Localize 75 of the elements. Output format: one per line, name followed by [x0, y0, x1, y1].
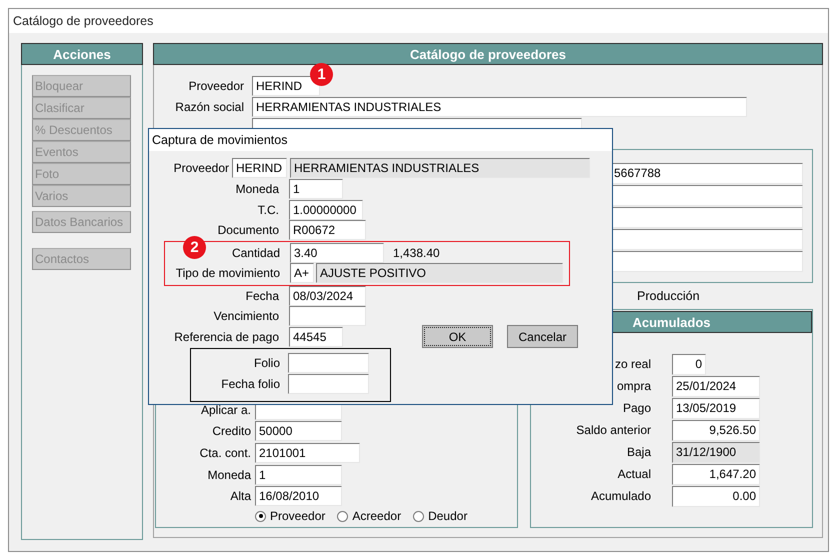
input-field[interactable]: 0 [672, 354, 706, 374]
input-field[interactable]: 1 [255, 464, 342, 485]
field-label: Cantidad [232, 246, 280, 260]
number-marker: 1 [310, 63, 333, 86]
radio-option[interactable]: Proveedor [255, 509, 326, 523]
radio-label: Proveedor [270, 509, 326, 523]
input-field[interactable]: 25/01/2024 [672, 376, 760, 396]
field-label: Fecha folio [220, 376, 280, 391]
input-field[interactable]: 3.40 [290, 242, 384, 263]
field-label: Saldo anterior [575, 423, 651, 437]
field-label: Moneda [206, 468, 251, 482]
input-field[interactable] [610, 207, 803, 228]
field-label: Tipo de movimiento [176, 266, 280, 280]
field-label: Fecha [244, 288, 279, 303]
input-field[interactable]: 5667788 [610, 163, 803, 184]
radio-icon[interactable] [337, 510, 348, 522]
radio-label: Acreedor [352, 509, 402, 523]
field-label: Razón social [174, 100, 244, 114]
dialog-title: Captura de movimientos [152, 133, 288, 147]
field-label: zo real [614, 357, 651, 371]
field-label: ompra [616, 379, 651, 393]
input-field[interactable]: 16/08/2010 [255, 486, 342, 506]
radio-label: Deudor [428, 509, 468, 523]
radio-option[interactable]: Deudor [413, 509, 468, 523]
tab-label[interactable]: Producción [637, 289, 700, 303]
field-label: Aplicar a. [200, 402, 251, 417]
input-field[interactable]: R00672 [289, 220, 366, 240]
input-field[interactable]: HERIND [252, 76, 320, 96]
field-label: T.C. [256, 202, 279, 217]
total-amount: 1,438.40 [393, 246, 440, 260]
input-field[interactable]: 2101001 [255, 443, 360, 464]
field-label: Baja [626, 445, 651, 459]
field-label: Cta. cont. [198, 446, 251, 460]
field-label: Documento [216, 223, 279, 238]
panel-header: Acciones [21, 43, 143, 65]
number-marker: 2 [183, 236, 206, 258]
input-field[interactable]: 50000 [255, 421, 342, 442]
input-field[interactable]: 1,647.20 [672, 464, 760, 484]
input-field[interactable] [289, 306, 366, 326]
input-field[interactable] [288, 353, 369, 374]
input-field[interactable] [610, 251, 803, 272]
input-field[interactable]: HERIND [232, 158, 287, 178]
field-label: Credito [211, 424, 251, 438]
input-field[interactable]: 9,526.50 [672, 420, 760, 440]
window-title: Catálogo de proveedores [13, 14, 154, 28]
field-label: Acumulado [590, 489, 651, 503]
input-field[interactable]: AJUSTE POSITIVO [316, 263, 563, 284]
field-label: Proveedor [188, 78, 244, 92]
field-label: Vencimiento [212, 309, 279, 324]
radio-icon[interactable] [413, 510, 424, 522]
radio-icon[interactable] [255, 510, 266, 522]
input-field[interactable] [288, 374, 369, 394]
input-field[interactable]: A+ [290, 263, 314, 284]
field-label: Referencia de pago [173, 330, 279, 344]
input-field[interactable]: 0.00 [672, 486, 760, 506]
input-field[interactable]: 31/12/1900 [672, 442, 760, 462]
input-field[interactable]: HERRAMIENTAS INDUSTRIALES [252, 96, 747, 116]
field-label: Pago [622, 401, 651, 415]
input-field[interactable]: 44545 [289, 326, 343, 347]
radio-option[interactable]: Acreedor [337, 509, 402, 523]
input-field[interactable]: HERRAMIENTAS INDUSTRIALES [290, 158, 590, 178]
field-label: Alta [229, 489, 251, 504]
input-field[interactable] [610, 185, 803, 206]
input-field[interactable]: 1.00000000 [289, 200, 363, 220]
field-label: Folio [252, 356, 280, 370]
dialog-button[interactable]: OK [422, 325, 493, 348]
input-field[interactable]: 13/05/2019 [672, 398, 760, 418]
input-field[interactable] [610, 229, 803, 250]
input-field[interactable]: 08/03/2024 [289, 286, 366, 306]
field-label: Actual [616, 467, 651, 481]
field-label: Moneda [234, 182, 279, 196]
input-field[interactable]: 1 [289, 179, 343, 200]
panel-header: Catálogo de proveedores [153, 43, 823, 65]
field-label: Proveedor [172, 161, 229, 175]
dialog-button[interactable]: Cancelar [507, 325, 578, 348]
